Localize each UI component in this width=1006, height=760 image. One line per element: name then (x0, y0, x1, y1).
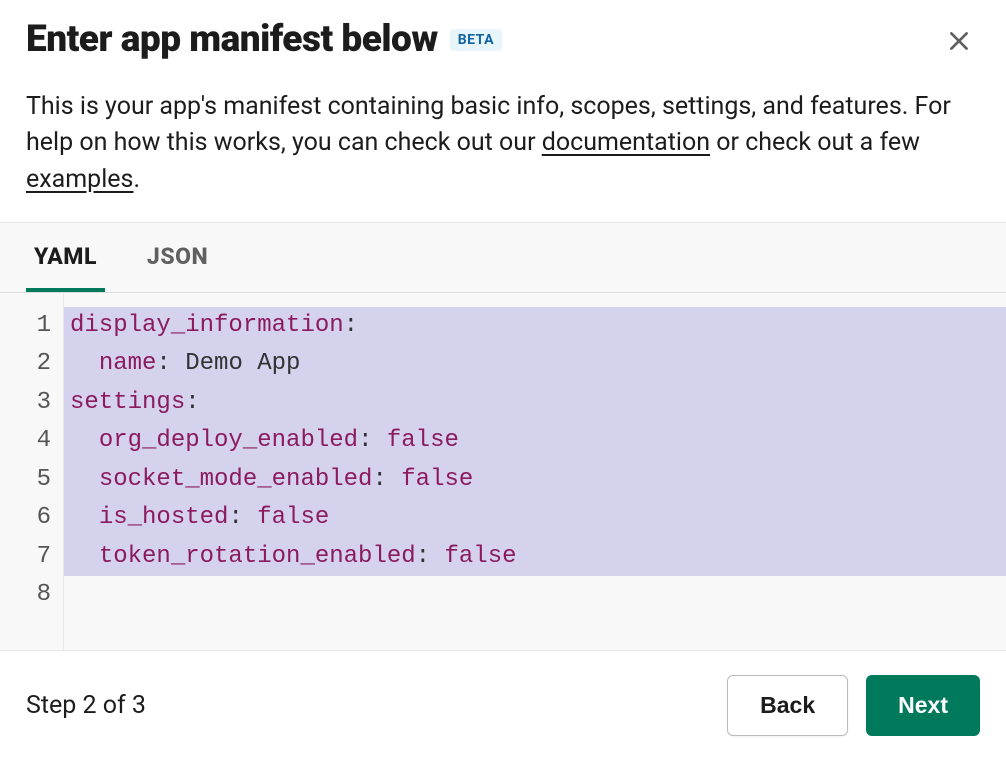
line-number: 2 (0, 345, 63, 384)
modal-footer: Step 2 of 3 Back Next (0, 650, 1006, 760)
description-text-3: . (133, 165, 140, 194)
line-gutter: 12345678 (0, 293, 64, 650)
line-number: 7 (0, 538, 63, 577)
modal-description: This is your app's manifest containing b… (0, 69, 1006, 222)
line-number: 8 (0, 576, 63, 615)
tab-json[interactable]: JSON (139, 223, 216, 292)
manifest-modal: Enter app manifest below BETA This is yo… (0, 0, 1006, 760)
code-line[interactable]: is_hosted: false (64, 499, 1006, 538)
modal-header: Enter app manifest below BETA (0, 0, 1006, 69)
code-line[interactable]: name: Demo App (64, 345, 1006, 384)
beta-badge: BETA (450, 29, 502, 51)
code-editor[interactable]: 12345678 display_information: name: Demo… (0, 293, 1006, 650)
modal-title: Enter app manifest below (26, 18, 438, 61)
back-button[interactable]: Back (727, 675, 848, 736)
close-button[interactable] (938, 20, 980, 65)
description-text-2: or check out a few (710, 128, 920, 157)
code-line[interactable]: settings: (64, 384, 1006, 423)
line-number: 4 (0, 422, 63, 461)
code-line[interactable]: org_deploy_enabled: false (64, 422, 1006, 461)
line-number: 3 (0, 384, 63, 423)
format-tabs: YAML JSON (0, 222, 1006, 293)
close-icon (946, 28, 972, 54)
tab-yaml[interactable]: YAML (26, 223, 105, 292)
code-line[interactable]: token_rotation_enabled: false (64, 538, 1006, 577)
line-number: 1 (0, 307, 63, 346)
examples-link[interactable]: examples (26, 165, 133, 194)
documentation-link[interactable]: documentation (542, 128, 710, 157)
line-number: 5 (0, 461, 63, 500)
title-row: Enter app manifest below BETA (26, 18, 502, 61)
code-content[interactable]: display_information: name: Demo Appsetti… (64, 293, 1006, 650)
step-indicator: Step 2 of 3 (26, 691, 146, 720)
line-number: 6 (0, 499, 63, 538)
next-button[interactable]: Next (866, 675, 980, 736)
code-line[interactable] (64, 576, 1006, 615)
footer-buttons: Back Next (727, 675, 980, 736)
code-line[interactable]: socket_mode_enabled: false (64, 461, 1006, 500)
code-line[interactable]: display_information: (64, 307, 1006, 346)
